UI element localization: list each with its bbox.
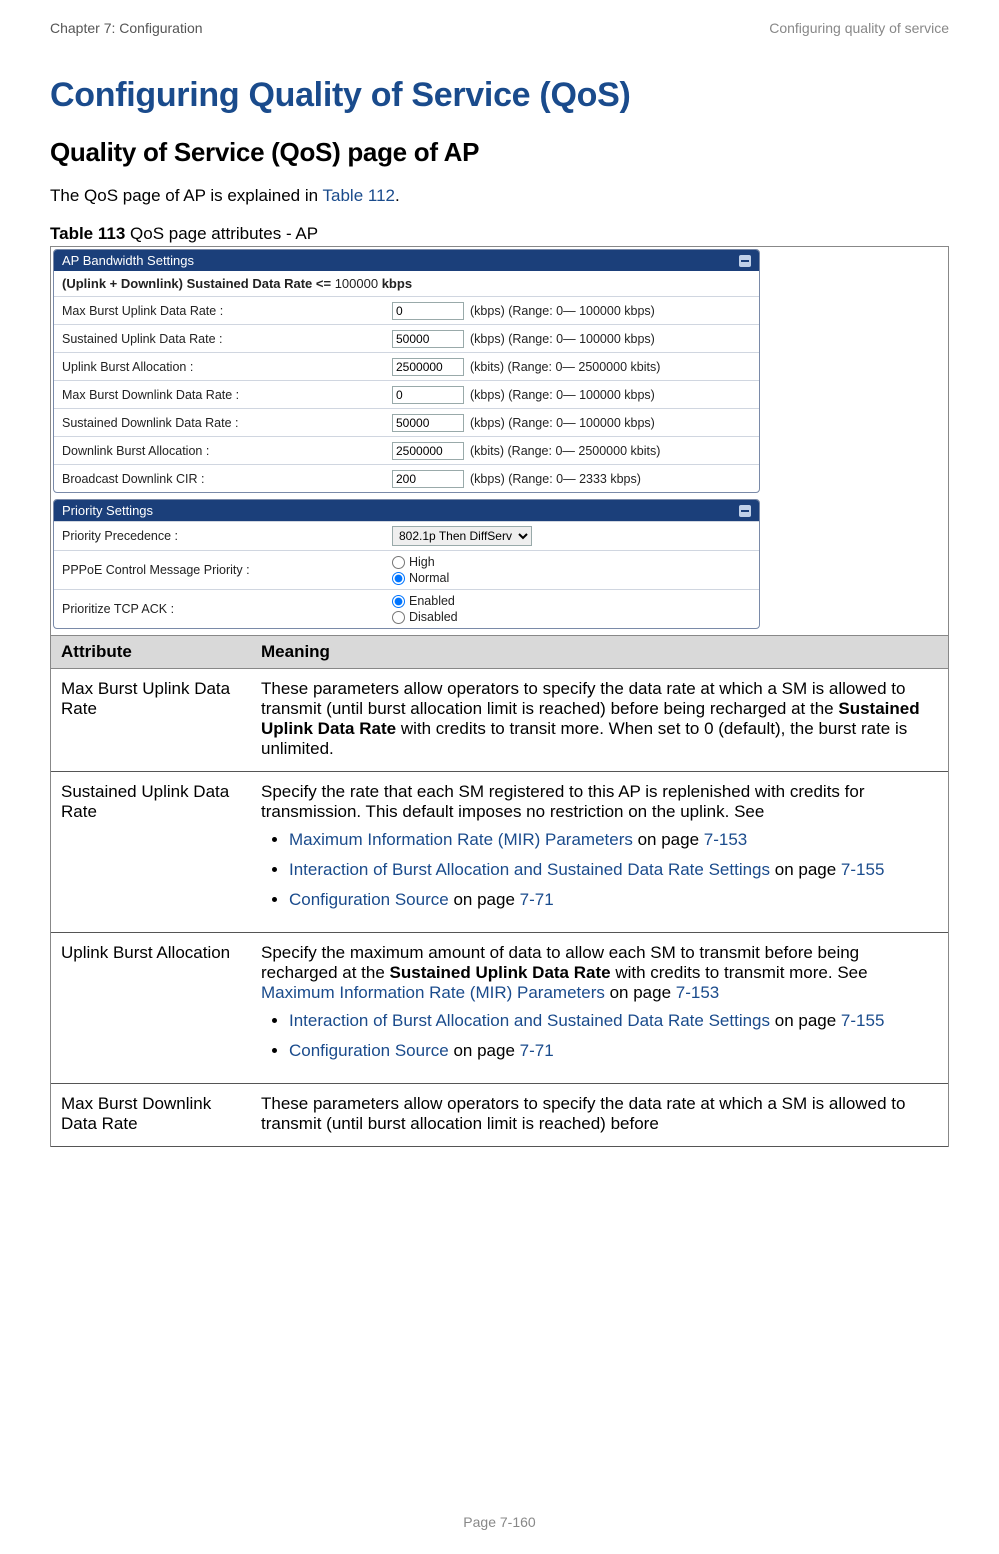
field-label: Uplink Burst Allocation :	[62, 360, 392, 374]
field-label: Sustained Uplink Data Rate :	[62, 332, 392, 346]
attr-name: Max Burst Uplink Data Rate	[51, 669, 251, 772]
bandwidth-row: Uplink Burst Allocation : (kbits) (Range:…	[54, 352, 759, 380]
priority-settings-panel: Priority Settings Priority Precedence : …	[53, 499, 760, 629]
field-label: Sustained Downlink Data Rate :	[62, 416, 392, 430]
chapter-label: Chapter 7: Configuration	[50, 20, 203, 36]
caption-rest: QoS page attributes - AP	[125, 224, 318, 243]
field-label: Max Burst Uplink Data Rate :	[62, 304, 392, 318]
attr-name: Uplink Burst Allocation	[51, 933, 251, 1084]
field-suffix: (kbps) (Range: 0— 100000 kbps)	[470, 332, 655, 346]
radio-input[interactable]	[392, 572, 405, 585]
list-item: Configuration Source on page 7-71	[289, 890, 938, 910]
panel-subtitle: (Uplink + Downlink) Sustained Data Rate …	[54, 271, 759, 296]
radio-option[interactable]: High	[392, 555, 449, 569]
radio-label: Enabled	[409, 594, 455, 608]
table-caption: Table 113 QoS page attributes - AP	[50, 224, 949, 244]
sub-val: 100000	[335, 276, 378, 291]
section-heading: Quality of Service (QoS) page of AP	[50, 137, 949, 168]
field-input[interactable]	[392, 470, 464, 488]
field-suffix: (kbps) (Range: 0— 2333 kbps)	[470, 472, 641, 486]
page-footer: Page 7-160	[0, 1514, 999, 1530]
radio-label: High	[409, 555, 435, 569]
radio-option[interactable]: Enabled	[392, 594, 458, 608]
page-title: Configuring Quality of Service (QoS)	[50, 76, 949, 115]
attr-meaning: Specify the rate that each SM registered…	[251, 772, 948, 933]
col-attribute: Attribute	[51, 636, 251, 669]
field-label: Downlink Burst Allocation :	[62, 444, 392, 458]
intro-paragraph: The QoS page of AP is explained in Table…	[50, 186, 949, 206]
section-label: Configuring quality of service	[769, 20, 949, 36]
attribute-table: Attribute Meaning Max Burst Uplink Data …	[51, 635, 948, 1147]
cross-ref-link[interactable]: Interaction of Burst Allocation and Sust…	[289, 1011, 770, 1030]
panel-title: AP Bandwidth Settings	[62, 253, 194, 268]
field-input[interactable]	[392, 414, 464, 432]
list-item: Interaction of Burst Allocation and Sust…	[289, 1011, 938, 1031]
page-ref-link[interactable]: 7-71	[520, 1041, 554, 1060]
intro-post: .	[395, 186, 400, 205]
tcp-ack-label: Prioritize TCP ACK :	[62, 602, 392, 616]
field-input[interactable]	[392, 442, 464, 460]
table-row: Uplink Burst AllocationSpecify the maxim…	[51, 933, 948, 1084]
field-label: Max Burst Downlink Data Rate :	[62, 388, 392, 402]
page-ref-link[interactable]: 7-155	[841, 1011, 884, 1030]
collapse-icon[interactable]	[739, 505, 751, 517]
table-row: Max Burst Uplink Data RateThese paramete…	[51, 669, 948, 772]
radio-label: Normal	[409, 571, 449, 585]
page-ref-link[interactable]: 7-155	[841, 860, 884, 879]
bandwidth-row: Downlink Burst Allocation : (kbits) (Rang…	[54, 436, 759, 464]
caption-bold: Table 113	[50, 224, 125, 243]
bandwidth-row: Max Burst Downlink Data Rate : (kbps) (Ra…	[54, 380, 759, 408]
page-ref-link[interactable]: 7-71	[520, 890, 554, 909]
field-suffix: (kbits) (Range: 0— 2500000 kbits)	[470, 444, 660, 458]
attr-meaning: These parameters allow operators to spec…	[251, 1084, 948, 1147]
col-meaning: Meaning	[251, 636, 948, 669]
radio-input[interactable]	[392, 556, 405, 569]
table-link[interactable]: Table 112	[323, 186, 395, 205]
attr-name: Max Burst Downlink Data Rate	[51, 1084, 251, 1147]
field-input[interactable]	[392, 302, 464, 320]
cross-ref-link[interactable]: Maximum Information Rate (MIR) Parameter…	[289, 830, 633, 849]
field-input[interactable]	[392, 330, 464, 348]
priority-precedence-label: Priority Precedence :	[62, 529, 392, 543]
radio-option[interactable]: Normal	[392, 571, 449, 585]
bandwidth-row: Max Burst Uplink Data Rate : (kbps) (Rang…	[54, 296, 759, 324]
field-suffix: (kbits) (Range: 0— 2500000 kbits)	[470, 360, 660, 374]
cross-ref-link[interactable]: Maximum Information Rate (MIR) Parameter…	[261, 983, 605, 1002]
field-label: Broadcast Downlink CIR :	[62, 472, 392, 486]
radio-option[interactable]: Disabled	[392, 610, 458, 624]
page-ref-link[interactable]: 7-153	[676, 983, 719, 1002]
list-item: Maximum Information Rate (MIR) Parameter…	[289, 830, 938, 850]
field-input[interactable]	[392, 358, 464, 376]
bandwidth-row: Sustained Uplink Data Rate : (kbps) (Rang…	[54, 324, 759, 352]
radio-input[interactable]	[392, 611, 405, 624]
pppoe-priority-label: PPPoE Control Message Priority :	[62, 563, 392, 577]
bandwidth-row: Broadcast Downlink CIR : (kbps) (Range: 0…	[54, 464, 759, 492]
radio-label: Disabled	[409, 610, 458, 624]
intro-pre: The QoS page of AP is explained in	[50, 186, 323, 205]
table-row: Max Burst Downlink Data RateThese parame…	[51, 1084, 948, 1147]
radio-input[interactable]	[392, 595, 405, 608]
attr-meaning: These parameters allow operators to spec…	[251, 669, 948, 772]
field-input[interactable]	[392, 386, 464, 404]
bandwidth-row: Sustained Downlink Data Rate : (kbps) (Ra…	[54, 408, 759, 436]
attr-meaning: Specify the maximum amount of data to al…	[251, 933, 948, 1084]
sub-pre: (Uplink + Downlink) Sustained Data Rate …	[62, 276, 335, 291]
panel-title: Priority Settings	[62, 503, 153, 518]
field-suffix: (kbps) (Range: 0— 100000 kbps)	[470, 304, 655, 318]
field-suffix: (kbps) (Range: 0— 100000 kbps)	[470, 388, 655, 402]
priority-precedence-select[interactable]: 802.1p Then DiffServ	[392, 526, 532, 546]
cross-ref-link[interactable]: Configuration Source	[289, 890, 449, 909]
page-ref-link[interactable]: 7-153	[704, 830, 747, 849]
list-item: Configuration Source on page 7-71	[289, 1041, 938, 1061]
cross-ref-link[interactable]: Configuration Source	[289, 1041, 449, 1060]
list-item: Interaction of Burst Allocation and Sust…	[289, 860, 938, 880]
attr-name: Sustained Uplink Data Rate	[51, 772, 251, 933]
cross-ref-link[interactable]: Interaction of Burst Allocation and Sust…	[289, 860, 770, 879]
sub-unit: kbps	[378, 276, 412, 291]
field-suffix: (kbps) (Range: 0— 100000 kbps)	[470, 416, 655, 430]
table-row: Sustained Uplink Data RateSpecify the ra…	[51, 772, 948, 933]
ap-bandwidth-panel: AP Bandwidth Settings (Uplink + Downlink…	[53, 249, 760, 493]
collapse-icon[interactable]	[739, 255, 751, 267]
